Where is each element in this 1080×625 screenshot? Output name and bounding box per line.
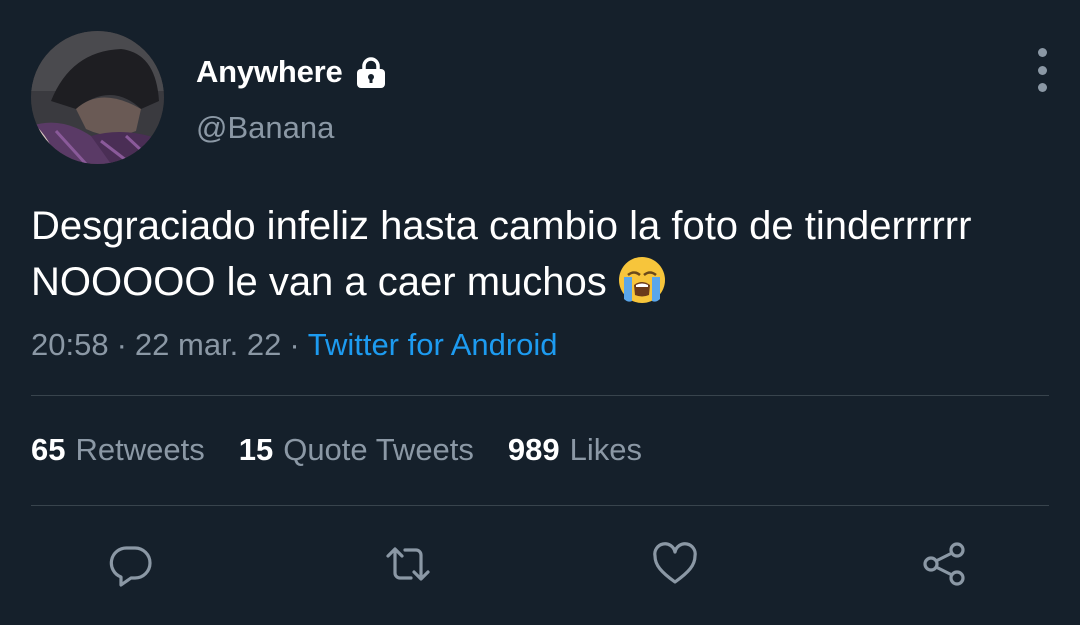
display-name[interactable]: Anywhere <box>196 54 343 90</box>
meta-separator: · <box>289 327 300 362</box>
retweets-label: Retweets <box>75 432 205 467</box>
like-button[interactable] <box>651 540 699 588</box>
share-button[interactable] <box>920 540 968 588</box>
author-name-row[interactable]: Anywhere <box>196 52 389 92</box>
tweet-source-link[interactable]: Twitter for Android <box>308 327 558 362</box>
reply-icon <box>109 546 152 587</box>
meta-separator: · <box>116 327 127 362</box>
tweet-meta: 20:58 · 22 mar. 22 · Twitter for Android <box>31 327 558 363</box>
tweet-stats: 65 Retweets 15 Quote Tweets 989 Likes <box>31 432 676 468</box>
tweet-date: 22 mar. 22 <box>134 327 282 362</box>
divider <box>31 395 1049 396</box>
more-options-icon[interactable] <box>1030 48 1054 92</box>
share-icon <box>923 542 965 586</box>
retweet-button[interactable] <box>384 540 432 588</box>
likes-stat[interactable]: 989 Likes <box>508 432 642 468</box>
retweet-icon <box>386 547 430 581</box>
retweets-count: 65 <box>31 432 66 467</box>
quote-tweets-label: Quote Tweets <box>283 432 474 467</box>
tweet-text: Desgraciado infeliz hasta cambio la foto… <box>31 198 1041 310</box>
quote-tweets-stat[interactable]: 15 Quote Tweets <box>239 432 474 468</box>
avatar-image <box>31 31 164 164</box>
author-handle[interactable]: @Banana <box>196 110 334 146</box>
tweet-detail: Anywhere @Banana Desgraciado infeliz has… <box>0 0 1080 625</box>
lock-icon <box>353 54 389 90</box>
likes-count: 989 <box>507 432 560 467</box>
avatar[interactable] <box>31 31 164 164</box>
quote-tweets-count: 15 <box>238 432 274 467</box>
like-icon <box>653 542 697 584</box>
loudly-crying-face-icon <box>615 255 669 305</box>
reply-button[interactable] <box>107 540 155 588</box>
retweets-stat[interactable]: 65 Retweets <box>31 432 205 468</box>
divider <box>31 505 1049 506</box>
tweet-text-body: Desgraciado infeliz hasta cambio la foto… <box>31 204 972 304</box>
likes-label: Likes <box>569 432 643 467</box>
tweet-time: 20:58 <box>31 327 109 362</box>
